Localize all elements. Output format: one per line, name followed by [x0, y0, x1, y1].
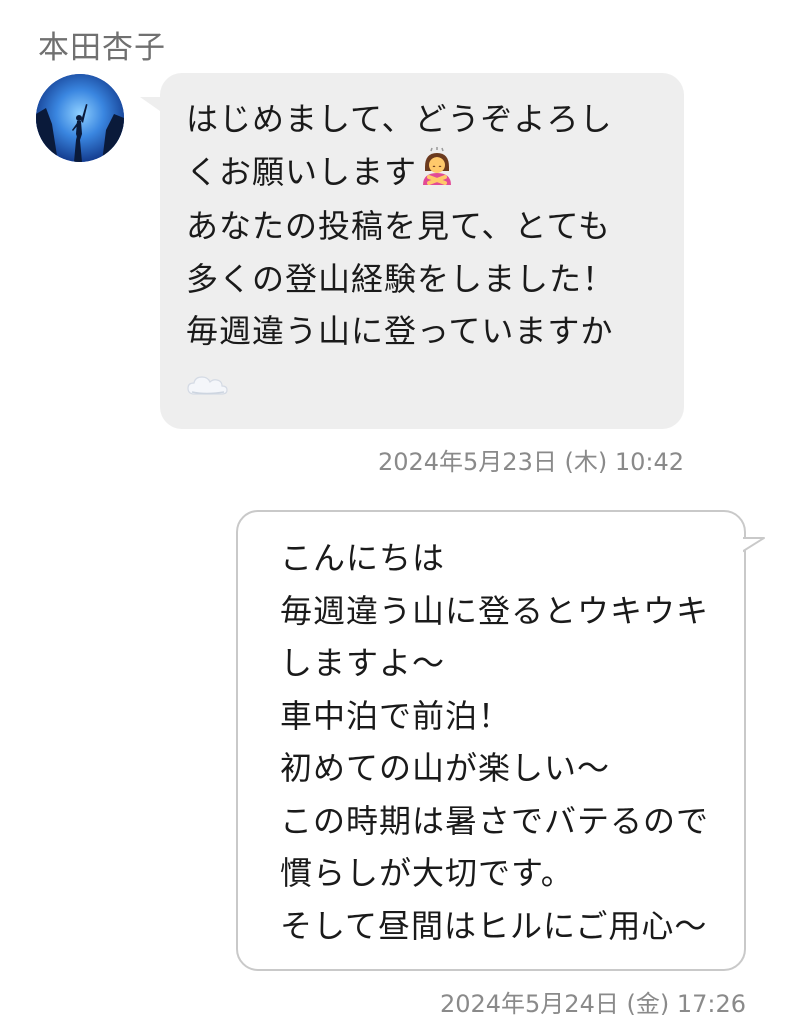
message-timestamp: 2024年5月23日 (木) 10:42	[377, 448, 684, 476]
cloud-emoji-line	[186, 358, 658, 410]
message-line: しますよ〜	[280, 644, 446, 682]
cloud-emoji-icon	[187, 376, 228, 395]
message-line: 多くの登山経験をしました！	[186, 259, 616, 298]
message-line: 車中泊で前泊！	[280, 696, 512, 735]
message-line: そして昼間はヒルにご用心〜	[280, 906, 708, 945]
message-line: はじめまして、どうぞよろし	[186, 100, 613, 138]
message-line-with-emoji: くお願いします	[186, 146, 658, 201]
outgoing-message-bubble[interactable]: こんにちは 毎週違う山に登るとウキウキ しますよ〜 車中泊で前泊！ 初めての山が…	[236, 510, 765, 971]
sender-name: 本田杏子	[38, 30, 166, 66]
bubble-tail	[140, 97, 160, 111]
message-line: この時期は暑さでバテるので	[280, 801, 710, 840]
sender-avatar[interactable]	[36, 74, 124, 162]
message-timestamp: 2024年5月24日 (金) 17:26	[439, 990, 746, 1018]
incoming-message-bubble[interactable]: はじめまして、どうぞよろし くお願いします あなたの投稿を見て、とても 多くの登…	[140, 73, 684, 429]
message-line: あなたの投稿を見て、とても	[186, 207, 611, 246]
message-line: 慣らしが大切です。	[280, 854, 574, 892]
bubble-tail	[740, 536, 765, 554]
person-bowing-emoji-icon	[419, 146, 455, 201]
message-line: 毎週違う山に登るとウキウキ	[280, 591, 710, 630]
mountain-climber-silhouette-icon	[36, 74, 124, 162]
message-line: くお願いします	[186, 152, 418, 191]
message-line: 毎週違う山に登っていますか	[186, 312, 614, 351]
message-line: 初めての山が楽しい〜	[280, 749, 611, 787]
message-line: こんにちは	[280, 539, 446, 577]
